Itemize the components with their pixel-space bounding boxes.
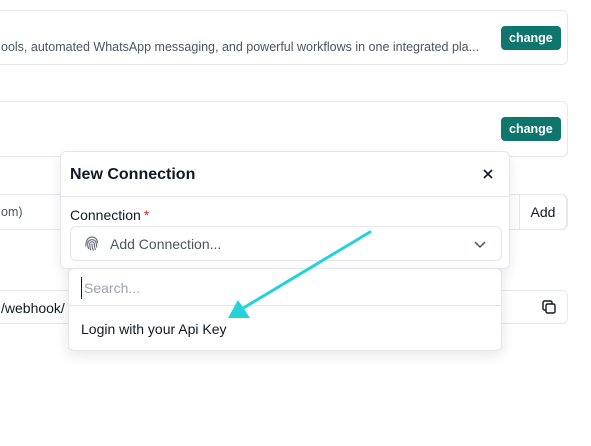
modal-divider [61, 196, 509, 197]
connection-select-placeholder: Add Connection... [110, 236, 222, 252]
connection-select[interactable]: Add Connection... [70, 226, 502, 261]
required-marker: * [143, 207, 150, 223]
new-connection-modal: New Connection Connection * Add Connectio… [60, 151, 510, 269]
url-input-placeholder: om) [1, 205, 23, 219]
dropdown-divider [69, 305, 501, 306]
close-icon[interactable] [479, 165, 497, 183]
add-button[interactable]: Add [519, 194, 567, 230]
card-description-text: ools, automated WhatsApp messaging, and … [1, 40, 479, 54]
dropdown-item-api-key-login[interactable]: Login with your Api Key [81, 321, 227, 337]
settings-card-description: ools, automated WhatsApp messaging, and … [0, 10, 568, 65]
copy-icon[interactable] [541, 299, 557, 315]
fingerprint-icon [85, 236, 99, 251]
connection-search-input[interactable] [81, 277, 484, 299]
chevron-down-icon [474, 241, 486, 249]
change-description-button[interactable]: change [501, 26, 561, 50]
connection-label-text: Connection [70, 207, 141, 223]
connection-field-label: Connection * [70, 207, 149, 223]
modal-title: New Connection [70, 166, 196, 183]
settings-card-2 [0, 101, 568, 157]
webhook-url-text: /webhook/ [1, 300, 65, 316]
change-button[interactable]: change [501, 117, 561, 141]
connection-dropdown: Login with your Api Key [68, 268, 502, 351]
